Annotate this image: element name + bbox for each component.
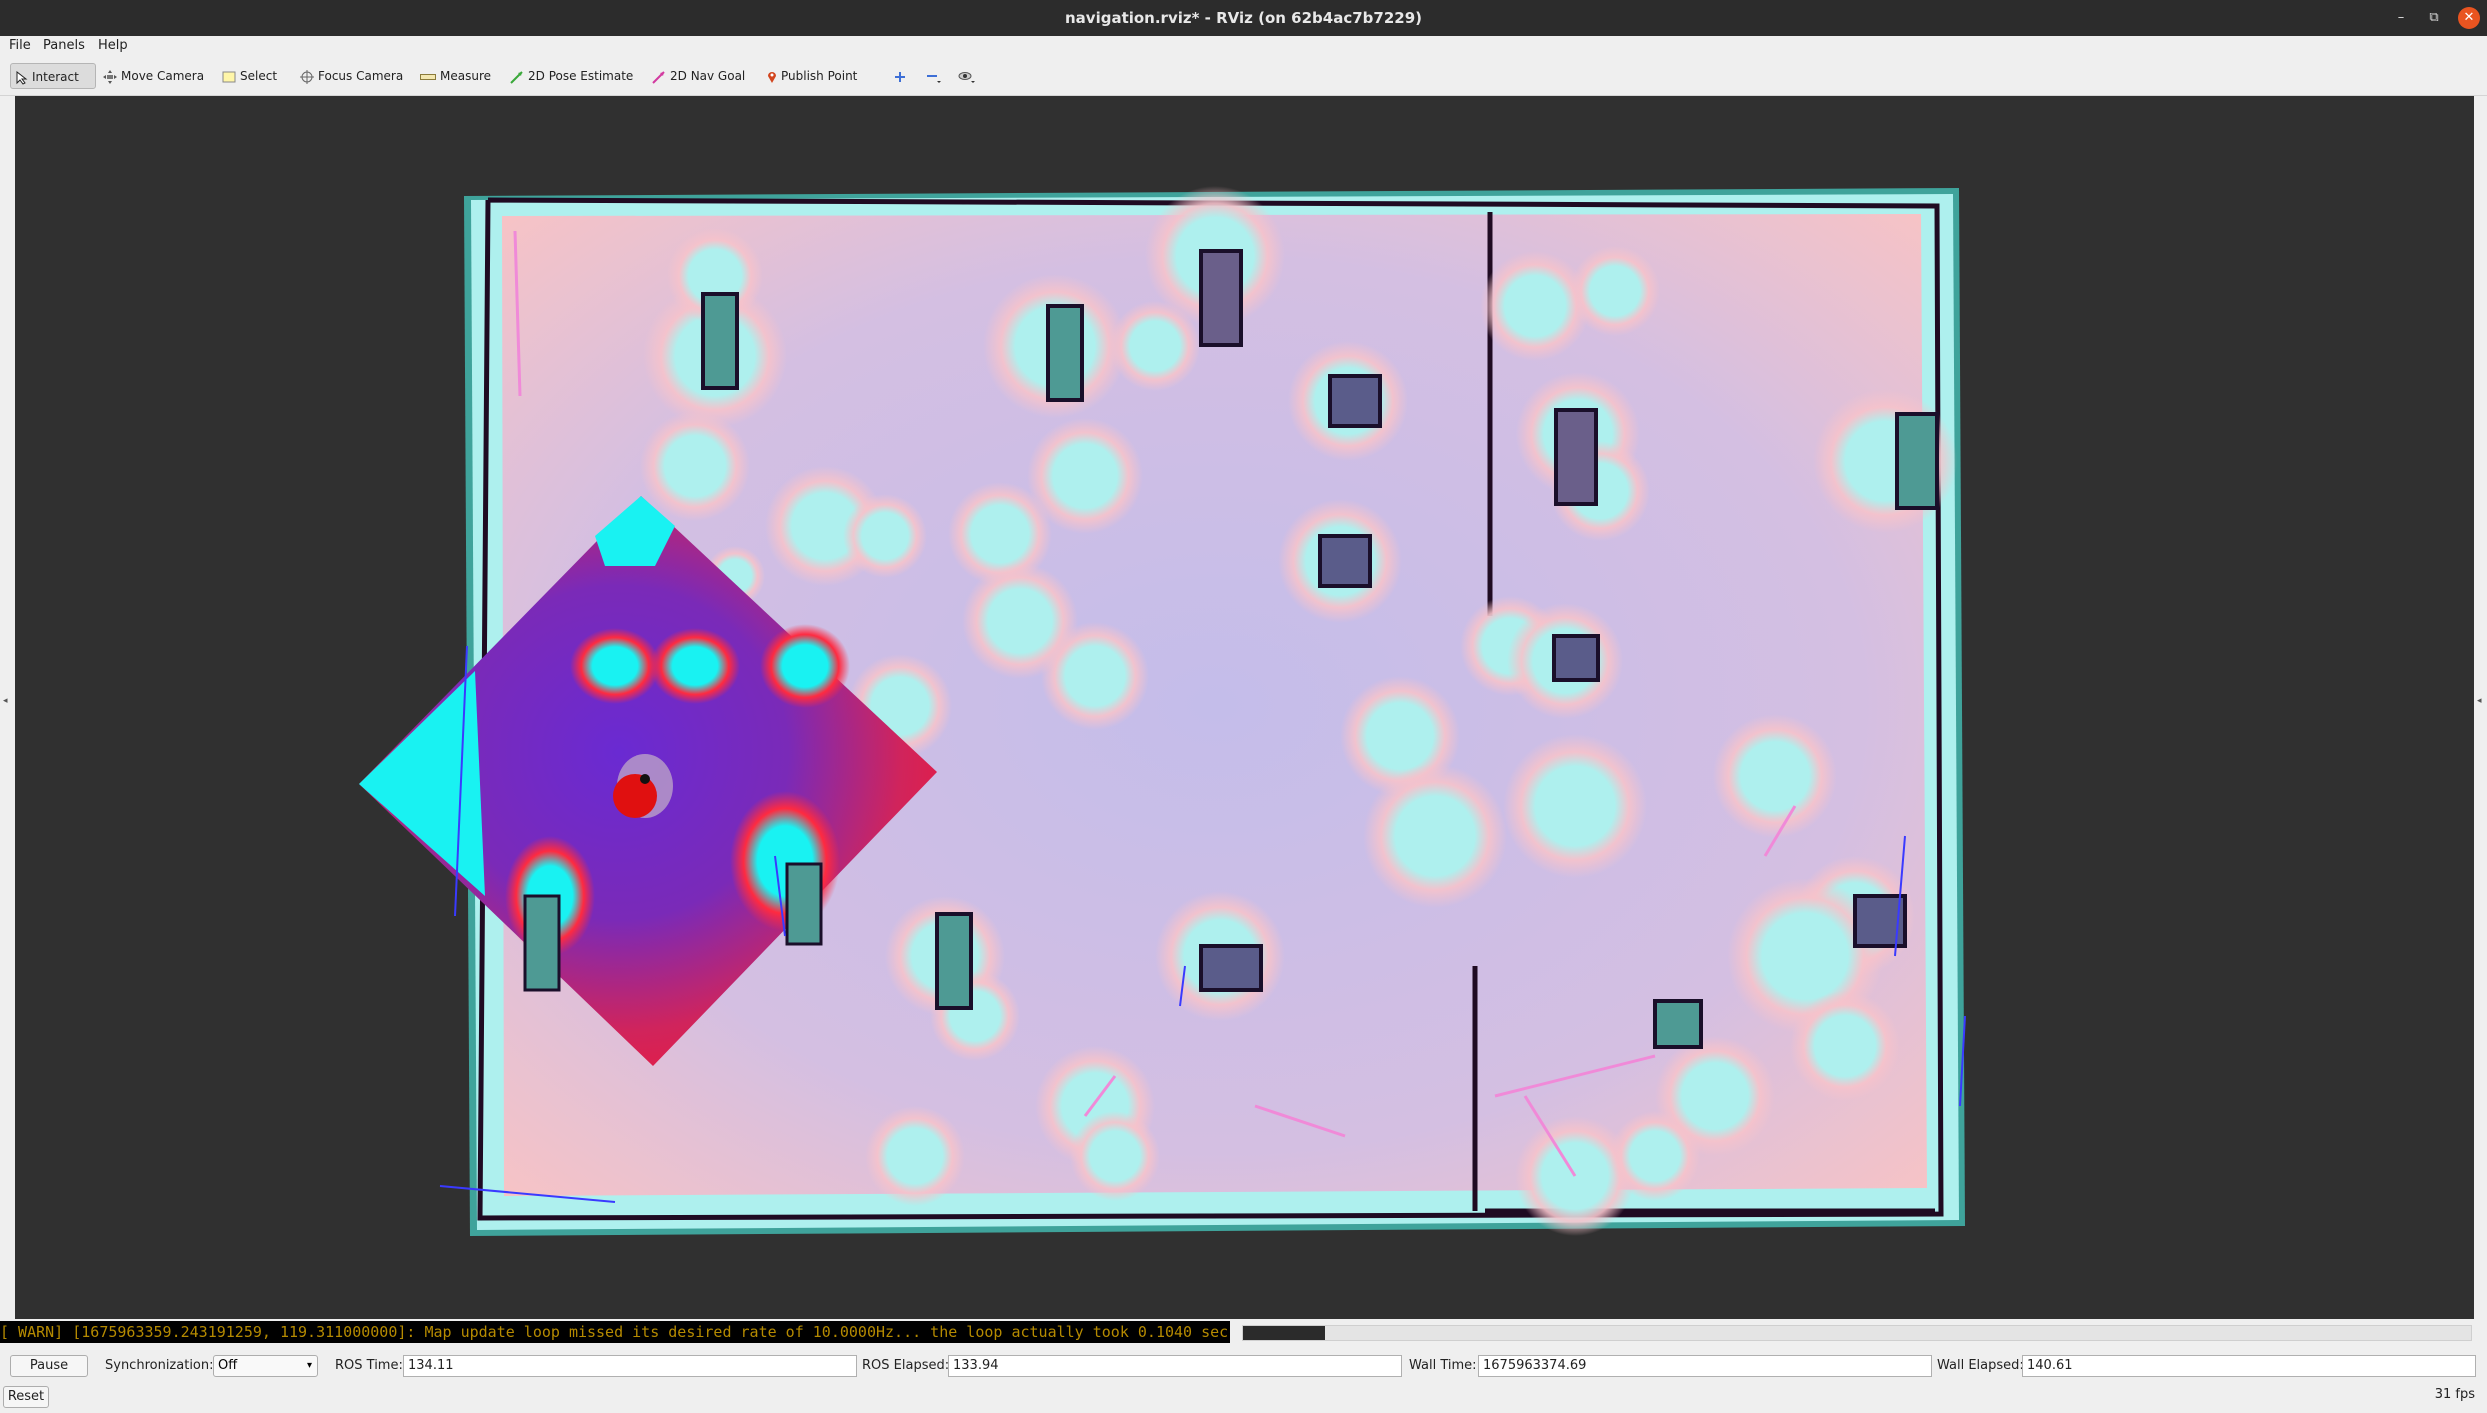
select-icon — [222, 71, 236, 82]
sync-value: Off — [218, 1358, 238, 1373]
remove-tool-button[interactable] — [921, 63, 946, 89]
wall-time-field[interactable]: 1675963374.69 — [1478, 1355, 1932, 1377]
tool-move-camera[interactable]: Move Camera — [98, 63, 204, 89]
left-dock-handle[interactable]: ◂ — [0, 96, 15, 1319]
reset-button[interactable]: Reset — [3, 1386, 49, 1408]
tool-2d-pose-estimate-label: 2D Pose Estimate — [528, 69, 634, 83]
add-tool-icon — [895, 71, 905, 82]
tool-measure-label: Measure — [440, 69, 491, 83]
window-title: navigation.rviz* - RViz (on 62b4ac7b7229… — [1064, 9, 1423, 27]
tool-select[interactable]: Select — [217, 63, 277, 89]
ros-elapsed-field[interactable]: 133.94 — [948, 1355, 1402, 1377]
console-bar: [ WARN] [1675963359.243191259, 119.31100… — [0, 1319, 2487, 1347]
render-viewport[interactable] — [15, 96, 2474, 1319]
pause-button[interactable]: Pause — [10, 1355, 88, 1377]
wall-elapsed-label: Wall Elapsed: — [1937, 1358, 2024, 1373]
pink-arrow-icon — [652, 70, 665, 84]
tool-2d-nav-goal-label: 2D Nav Goal — [670, 69, 746, 83]
maximize-icon[interactable]: ⧉ — [2423, 7, 2445, 29]
menu-panels[interactable]: Panels — [43, 37, 85, 55]
tool-focus-camera[interactable]: Focus Camera — [295, 63, 403, 89]
tool-2d-nav-goal[interactable]: 2D Nav Goal — [647, 63, 745, 89]
sync-select[interactable]: Off ▾ — [213, 1355, 318, 1377]
focus-camera-icon — [300, 69, 314, 84]
ros-time-label: ROS Time: — [335, 1358, 403, 1373]
tool-measure[interactable]: Measure — [415, 63, 491, 89]
horizontal-scrollbar[interactable] — [1242, 1325, 2472, 1341]
tool-move-camera-label: Move Camera — [121, 69, 205, 83]
tool-interact[interactable]: Interact — [10, 63, 96, 89]
move-camera-icon — [103, 69, 117, 84]
right-dock-handle[interactable]: ◂ — [2474, 96, 2487, 1319]
costmap-view — [359, 186, 1966, 1236]
ros-time-field[interactable]: 134.11 — [403, 1355, 857, 1377]
expand-left-icon: ◂ — [3, 696, 8, 706]
chevron-down-icon: ▾ — [306, 1360, 312, 1371]
fps-counter: 31 fps — [2434, 1387, 2475, 1402]
ros-elapsed-label: ROS Elapsed: — [862, 1358, 950, 1373]
tool-2d-pose-estimate[interactable]: 2D Pose Estimate — [505, 63, 633, 89]
tool-select-label: Select — [240, 69, 278, 83]
menu-file[interactable]: File — [9, 37, 31, 55]
close-icon[interactable]: ✕ — [2458, 7, 2480, 29]
status-bar: Reset 31 fps — [0, 1382, 2487, 1413]
expand-right-icon: ◂ — [2477, 696, 2482, 706]
minimize-icon[interactable]: – — [2390, 7, 2412, 29]
cursor-icon — [16, 70, 28, 85]
camera-type-button[interactable] — [953, 63, 980, 89]
tool-publish-point[interactable]: Publish Point — [762, 63, 857, 89]
time-panel: Pause Synchronization: Off ▾ ROS Time: 13… — [0, 1350, 2487, 1382]
window-title-bar: navigation.rviz* - RViz (on 62b4ac7b7229… — [0, 0, 2487, 36]
wall-elapsed-field[interactable]: 140.61 — [2022, 1355, 2476, 1377]
menu-bar: File Panels Help — [0, 36, 2487, 56]
map-pin-icon — [768, 71, 776, 83]
tool-focus-camera-label: Focus Camera — [318, 69, 404, 83]
warning-message: [ WARN] [1675963359.243191259, 119.31100… — [0, 1321, 1230, 1343]
ruler-icon — [420, 73, 436, 80]
tool-interact-label: Interact — [32, 70, 79, 84]
menu-help[interactable]: Help — [98, 37, 128, 55]
tools-toolbar: Interact Move Camera Select Focus Camera… — [0, 56, 2487, 96]
sync-label: Synchronization: — [105, 1358, 214, 1373]
wall-time-label: Wall Time: — [1409, 1358, 1477, 1373]
add-tool-button[interactable] — [889, 63, 910, 89]
green-arrow-icon — [510, 70, 523, 84]
tool-publish-point-label: Publish Point — [781, 69, 858, 83]
scrollbar-thumb[interactable] — [1243, 1326, 1325, 1340]
remove-tool-icon — [927, 74, 941, 83]
camera-type-icon — [958, 71, 975, 83]
